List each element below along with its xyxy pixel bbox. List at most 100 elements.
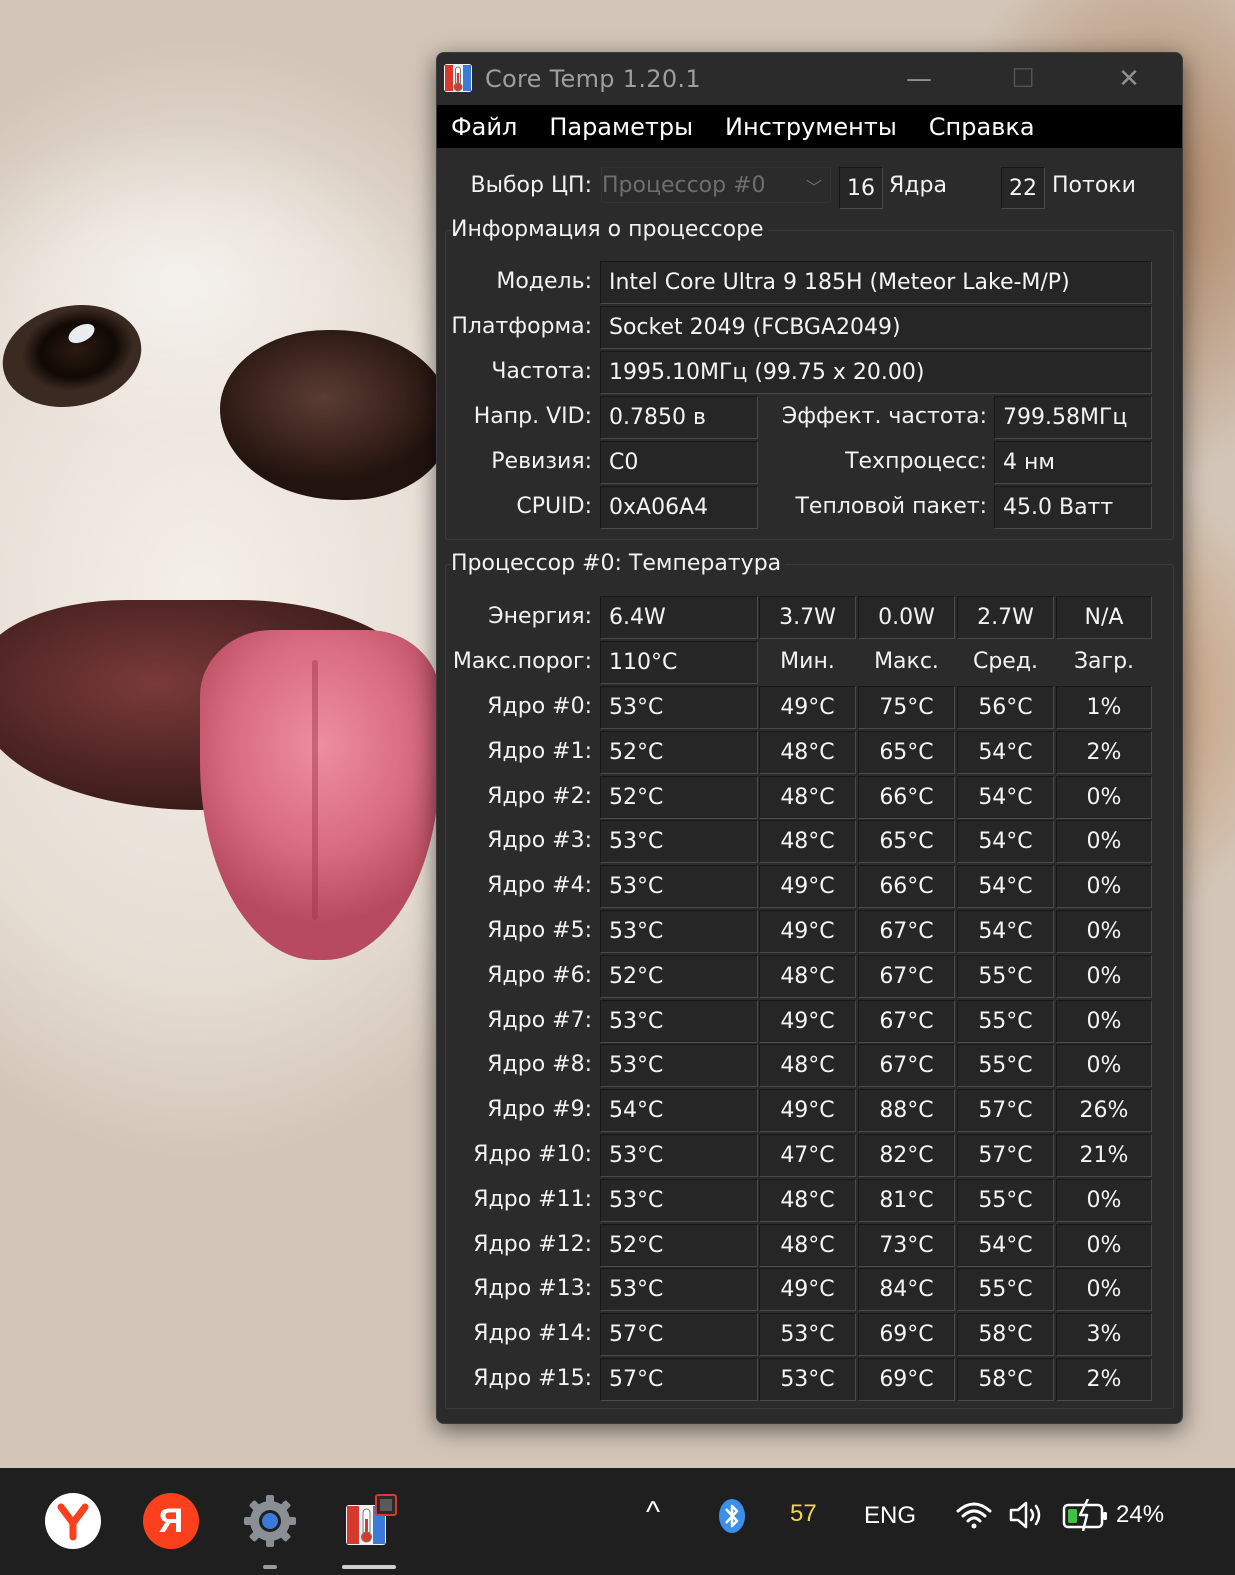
core-load: 0% <box>1056 1268 1152 1311</box>
yandex-icon[interactable]: Я <box>143 1493 199 1549</box>
coretemp-active-indicator <box>342 1565 396 1569</box>
platform-label: Платформа: <box>451 314 592 339</box>
core-label: Ядро #11: <box>473 1187 592 1212</box>
power-dram: N/A <box>1056 596 1152 639</box>
core-label: Ядро #14: <box>473 1321 592 1346</box>
header-avg: Сред. <box>972 649 1039 674</box>
thermometer-icon <box>346 1494 397 1545</box>
core-temp: 53°C <box>600 1000 758 1043</box>
minimize-icon: — <box>906 64 932 94</box>
cores-label: Ядра <box>889 173 947 198</box>
speaker-glyph-icon <box>1009 1501 1041 1529</box>
menu-help[interactable]: Справка <box>913 113 1051 141</box>
frequency-label: Частота: <box>491 359 592 384</box>
core-temp: 52°C <box>600 776 758 819</box>
dog-tongue <box>200 630 440 960</box>
core-temp: 57°C <box>600 1358 758 1401</box>
core-max: 66°C <box>858 865 955 908</box>
frequency-value: 1995.10МГц (99.75 x 20.00) <box>600 351 1152 394</box>
menu-file[interactable]: Файл <box>437 113 533 141</box>
title-bar[interactable]: Core Temp 1.20.1 — ☐ ✕ <box>437 53 1182 105</box>
coretemp-window: Core Temp 1.20.1 — ☐ ✕ Файл Параметры Ин… <box>436 52 1183 1424</box>
bluetooth-icon[interactable] <box>718 1498 746 1541</box>
cpu-select-dropdown[interactable]: Процессор #0 ﹀ <box>601 167 831 203</box>
core-temp: 53°C <box>600 865 758 908</box>
header-load: Загр. <box>1073 649 1135 674</box>
core-min: 49°C <box>759 865 856 908</box>
vid-value: 0.7850 в <box>600 396 758 439</box>
menu-options[interactable]: Параметры <box>533 113 709 141</box>
minimize-button[interactable]: — <box>869 53 969 105</box>
settings-gear-icon[interactable] <box>242 1493 298 1549</box>
core-load: 0% <box>1056 910 1152 953</box>
maximize-button[interactable]: ☐ <box>973 53 1073 105</box>
core-avg: 55°C <box>957 1044 1054 1087</box>
cpuid-label: CPUID: <box>516 494 592 519</box>
core-max: 65°C <box>858 820 955 863</box>
tdp-label: Тепловой пакет: <box>795 494 987 519</box>
core-min: 49°C <box>759 910 856 953</box>
show-hidden-icons-chevron-icon[interactable]: ^ <box>646 1496 660 1530</box>
core-min: 49°C <box>759 686 856 729</box>
yandex-browser-icon[interactable] <box>45 1493 101 1549</box>
core-load: 26% <box>1056 1089 1152 1132</box>
core-min: 48°C <box>759 820 856 863</box>
core-max: 67°C <box>858 910 955 953</box>
close-button[interactable]: ✕ <box>1079 53 1179 105</box>
core-avg: 54°C <box>957 820 1054 863</box>
tjmax-value: 110°C <box>600 641 758 684</box>
core-min: 48°C <box>759 1224 856 1267</box>
wifi-icon[interactable] <box>955 1500 993 1537</box>
revision-value: C0 <box>600 441 758 484</box>
core-min: 48°C <box>759 776 856 819</box>
cpuid-value: 0xA06A4 <box>600 486 758 529</box>
core-avg: 54°C <box>957 776 1054 819</box>
core-max: 69°C <box>858 1313 955 1356</box>
core-load: 0% <box>1056 1224 1152 1267</box>
core-max: 81°C <box>858 1179 955 1222</box>
model-value: Intel Core Ultra 9 185H (Meteor Lake-M/P… <box>600 261 1152 304</box>
core-label: Ядро #2: <box>487 784 592 809</box>
core-max: 67°C <box>858 1044 955 1087</box>
core-min: 53°C <box>759 1313 856 1356</box>
chevron-down-icon: ﹀ <box>805 178 822 197</box>
battery-percent[interactable]: 24% <box>1116 1501 1164 1529</box>
settings-running-indicator <box>263 1565 277 1569</box>
core-temp: 53°C <box>600 1179 758 1222</box>
core-load: 0% <box>1056 1000 1152 1043</box>
lithography-label: Техпроцесс: <box>845 449 987 474</box>
menu-bar: Файл Параметры Инструменты Справка <box>437 105 1182 148</box>
core-min: 47°C <box>759 1134 856 1177</box>
core-avg: 58°C <box>957 1358 1054 1401</box>
core-temp: 53°C <box>600 686 758 729</box>
menu-tools[interactable]: Инструменты <box>709 113 913 141</box>
coretemp-taskbar-icon[interactable] <box>342 1493 398 1549</box>
threads-label: Потоки <box>1052 173 1136 198</box>
thermometer-app-icon <box>444 64 472 92</box>
core-avg: 56°C <box>957 686 1054 729</box>
core-label: Ядро #13: <box>473 1276 592 1301</box>
taskbar: Я ^ 57 ENG 24% <box>0 1468 1235 1575</box>
core-avg: 54°C <box>957 865 1054 908</box>
core-avg: 55°C <box>957 1268 1054 1311</box>
core-label: Ядро #0: <box>487 694 592 719</box>
processor-info-title: Информация о процессоре <box>451 217 768 242</box>
core-max: 73°C <box>858 1224 955 1267</box>
battery-charging-icon[interactable] <box>1062 1498 1110 1538</box>
core-min: 48°C <box>759 1179 856 1222</box>
language-indicator[interactable]: ENG <box>864 1502 916 1530</box>
core-load: 0% <box>1056 1044 1152 1087</box>
core-min: 49°C <box>759 1268 856 1311</box>
core-avg: 55°C <box>957 955 1054 998</box>
core-temp: 53°C <box>600 1134 758 1177</box>
core-label: Ядро #3: <box>487 828 592 853</box>
header-min: Мин. <box>780 649 835 674</box>
coretemp-tray-temperature[interactable]: 57 <box>790 1500 817 1528</box>
core-label: Ядро #8: <box>487 1052 592 1077</box>
core-avg: 54°C <box>957 731 1054 774</box>
core-load: 0% <box>1056 865 1152 908</box>
volume-icon[interactable] <box>1007 1498 1047 1539</box>
core-temp: 52°C <box>600 1224 758 1267</box>
model-label: Модель: <box>496 269 592 294</box>
core-max: 69°C <box>858 1358 955 1401</box>
